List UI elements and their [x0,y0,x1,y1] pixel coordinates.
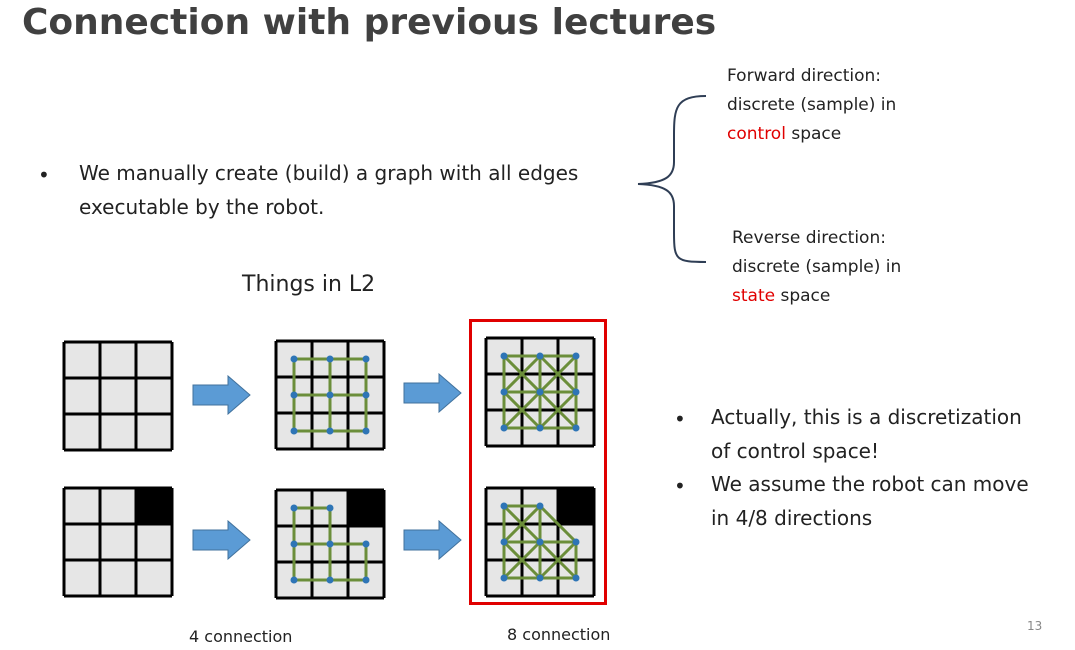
reverse-line-2: discrete (sample) in [732,257,902,277]
grid-cell [100,342,136,378]
right-bullet-2-line-1: We assume the robot can move [711,472,1029,496]
grid-cell [64,524,100,560]
forward-rest: space [785,124,842,144]
main-bullet-line-1: We manually create (build) a graph with … [79,161,579,185]
forward-line-1: Forward direction: [727,66,881,86]
graph-node [326,540,334,548]
graph-node [326,427,334,435]
reverse-highlight: state [732,286,776,306]
obstacle-grid [62,486,174,598]
graph-node [326,391,334,399]
reverse-rest: space [775,286,831,306]
bullet-marker: • [674,407,686,431]
right-bullet-2-line-2: in 4/8 directions [711,506,873,530]
right-bullet-1-line-1: Actually, this is a discretization [711,405,1022,429]
eight-connection-highlight-box [469,319,607,605]
arrow-right-icon [403,373,462,413]
caption-four-connection: 4 connection [189,627,293,646]
reverse-line-3: state space [732,282,830,311]
forward-line-2: discrete (sample) in [727,95,897,115]
grid-cell [136,342,172,378]
bullet-marker: • [38,163,50,187]
reverse-line-1: Reverse direction: [732,228,886,248]
grid-cell [64,488,100,524]
grid-cell [136,378,172,414]
graph-node [290,391,298,399]
graph-node [326,576,334,584]
grid-cell [100,414,136,450]
grid-cell [64,378,100,414]
grid-cell [100,378,136,414]
obstacle-cell [136,488,172,524]
grid-cell [136,414,172,450]
graph-node [362,355,370,363]
graph-node [326,355,334,363]
grid-cell [64,342,100,378]
graph-node [362,391,370,399]
grid-cell [100,488,136,524]
graph-node [290,504,298,512]
curly-brace [637,95,707,263]
slide-title: Connection with previous lectures [22,2,717,43]
grid-cell [100,524,136,560]
graph-node [326,504,334,512]
forward-highlight: control [727,124,786,144]
subtitle: Things in L2 [242,272,376,297]
forward-line-3: control space [727,120,841,149]
graph-node [362,540,370,548]
grid-cell [136,560,172,596]
graph-node [362,576,370,584]
arrow-right-icon [192,520,251,560]
graph-node [362,427,370,435]
caption-eight-connection: 8 connection [507,625,611,644]
grid-cell [64,560,100,596]
grid-cell [64,414,100,450]
grid-cell [136,524,172,560]
page-number: 13 [1027,619,1043,633]
graph-node [290,576,298,584]
obstacle-cell [348,490,384,526]
graph-node [290,355,298,363]
arrow-right-icon [192,375,251,415]
bullet-marker: • [674,474,686,498]
four-connection-obstacle-grid [274,488,386,600]
arrow-right-icon [403,520,462,560]
right-bullet-1-line-2: of control space! [711,439,880,463]
grid-cell [100,560,136,596]
main-bullet-line-2: executable by the robot. [79,195,325,219]
four-connection-grid [274,339,386,451]
empty-grid [62,340,174,452]
graph-node [290,540,298,548]
graph-node [290,427,298,435]
